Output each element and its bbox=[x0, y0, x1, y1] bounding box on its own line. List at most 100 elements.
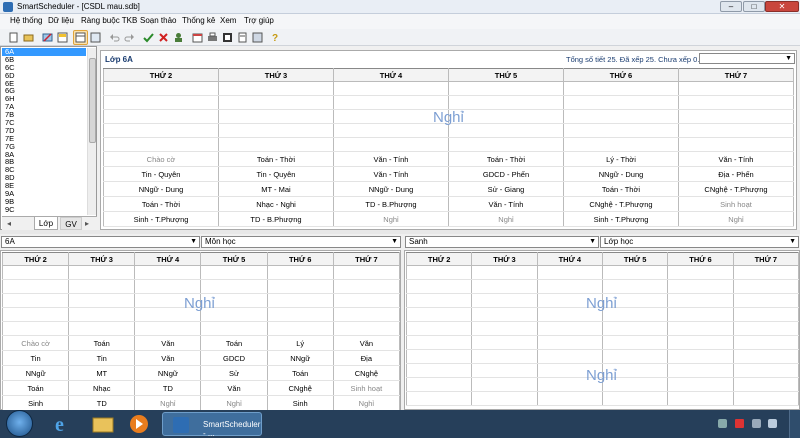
empty-period-cell[interactable] bbox=[266, 321, 334, 336]
empty-period-cell[interactable] bbox=[667, 279, 734, 294]
empty-period-cell[interactable] bbox=[68, 279, 136, 294]
period-cell[interactable]: Văn bbox=[134, 335, 202, 351]
empty-period-cell[interactable] bbox=[332, 307, 401, 322]
empty-period-cell[interactable] bbox=[405, 293, 473, 308]
subject-select[interactable]: Môn học ▼ bbox=[201, 236, 401, 248]
tray-antivirus-icon[interactable] bbox=[735, 419, 744, 428]
empty-period-cell[interactable] bbox=[405, 265, 473, 280]
empty-period-cell[interactable] bbox=[667, 335, 734, 350]
period-cell[interactable]: Lý bbox=[266, 335, 334, 351]
empty-period-cell[interactable] bbox=[471, 279, 538, 294]
empty-period-cell[interactable] bbox=[732, 391, 800, 406]
period-cell[interactable]: CNghệ - T.Phượng bbox=[563, 196, 679, 212]
empty-period-cell[interactable] bbox=[218, 123, 334, 138]
period-cell[interactable]: TD bbox=[68, 395, 136, 411]
period-cell[interactable]: Nghỉ bbox=[134, 395, 202, 411]
period-cell[interactable]: Nghỉ bbox=[333, 211, 449, 227]
view-select[interactable]: ▼ bbox=[699, 53, 795, 64]
empty-period-cell[interactable] bbox=[448, 81, 564, 96]
settings-icon[interactable] bbox=[251, 31, 264, 44]
empty-period-cell[interactable] bbox=[333, 95, 449, 110]
period-cell[interactable]: Toán - Thời bbox=[448, 151, 564, 167]
empty-period-cell[interactable] bbox=[134, 265, 202, 280]
empty-period-cell[interactable] bbox=[471, 293, 538, 308]
period-cell[interactable]: Văn - Tính bbox=[333, 151, 449, 167]
empty-period-cell[interactable] bbox=[103, 137, 219, 152]
period-cell[interactable]: Văn bbox=[134, 350, 202, 366]
ie-icon[interactable]: e bbox=[45, 412, 79, 436]
empty-period-cell[interactable] bbox=[405, 335, 473, 350]
class-item[interactable]: 6D bbox=[2, 71, 86, 80]
empty-period-cell[interactable] bbox=[68, 321, 136, 336]
empty-period-cell[interactable] bbox=[667, 265, 734, 280]
empty-period-cell[interactable] bbox=[405, 321, 473, 336]
period-cell[interactable]: TD - B.Phượng bbox=[333, 196, 449, 212]
period-cell[interactable]: Tin - Quyên bbox=[103, 166, 219, 182]
empty-period-cell[interactable] bbox=[471, 377, 538, 392]
period-cell[interactable]: Toán - Thời bbox=[563, 181, 679, 197]
minimize-button[interactable]: – bbox=[720, 1, 742, 12]
empty-period-cell[interactable] bbox=[405, 377, 473, 392]
period-cell[interactable]: TD bbox=[134, 380, 202, 396]
period-cell[interactable]: Địa - Phến bbox=[678, 166, 794, 182]
open-folder-icon[interactable] bbox=[22, 31, 35, 44]
class-item[interactable]: 9A bbox=[2, 190, 86, 198]
empty-period-cell[interactable] bbox=[732, 363, 800, 378]
empty-period-cell[interactable] bbox=[678, 109, 794, 124]
class-item[interactable]: 6A bbox=[2, 48, 86, 56]
period-cell[interactable]: Nghỉ bbox=[200, 395, 268, 411]
empty-period-cell[interactable] bbox=[218, 95, 334, 110]
period-cell[interactable]: NNgữ - Dung bbox=[103, 181, 219, 197]
empty-period-cell[interactable] bbox=[732, 335, 800, 350]
period-cell[interactable]: TD - B.Phượng bbox=[218, 211, 334, 227]
period-cell[interactable]: NNgữ bbox=[1, 365, 70, 381]
empty-period-cell[interactable] bbox=[732, 307, 800, 322]
menu-thong-ke[interactable]: Thống kê bbox=[182, 16, 215, 25]
tray-flag-icon[interactable] bbox=[718, 419, 727, 428]
period-cell[interactable]: MT bbox=[68, 365, 136, 381]
empty-period-cell[interactable] bbox=[536, 265, 603, 280]
empty-period-cell[interactable] bbox=[103, 81, 219, 96]
empty-period-cell[interactable] bbox=[405, 279, 473, 294]
empty-period-cell[interactable] bbox=[667, 363, 734, 378]
grid-icon[interactable] bbox=[56, 31, 69, 44]
period-cell[interactable]: Sinh bbox=[1, 395, 70, 411]
empty-period-cell[interactable] bbox=[563, 137, 679, 152]
period-cell[interactable]: CNghệ bbox=[266, 380, 334, 396]
period-cell[interactable]: NNgữ - Dung bbox=[563, 166, 679, 182]
empty-period-cell[interactable] bbox=[103, 123, 219, 138]
empty-period-cell[interactable] bbox=[405, 363, 473, 378]
menu-du-lieu[interactable]: Dữ liệu bbox=[48, 16, 74, 25]
period-cell[interactable]: Văn bbox=[200, 380, 268, 396]
period-cell[interactable]: Sinh bbox=[266, 395, 334, 411]
class-select[interactable]: 6A ▼ bbox=[1, 236, 200, 248]
period-cell[interactable]: Văn bbox=[332, 335, 401, 351]
tray-network-icon[interactable] bbox=[752, 419, 761, 428]
empty-period-cell[interactable] bbox=[471, 391, 538, 406]
undo-icon[interactable] bbox=[108, 31, 121, 44]
class-item[interactable]: 7D bbox=[2, 126, 86, 135]
empty-period-cell[interactable] bbox=[536, 391, 603, 406]
empty-period-cell[interactable] bbox=[601, 391, 669, 406]
empty-period-cell[interactable] bbox=[1, 307, 70, 322]
period-cell[interactable]: Toán bbox=[200, 335, 268, 351]
empty-period-cell[interactable] bbox=[333, 81, 449, 96]
empty-period-cell[interactable] bbox=[200, 321, 268, 336]
empty-period-cell[interactable] bbox=[266, 279, 334, 294]
empty-period-cell[interactable] bbox=[678, 137, 794, 152]
empty-period-cell[interactable] bbox=[667, 321, 734, 336]
tab-scroll-left-icon[interactable]: ◂ bbox=[4, 217, 14, 230]
calendar-icon[interactable] bbox=[191, 31, 204, 44]
empty-period-cell[interactable] bbox=[601, 335, 669, 350]
teacher-select[interactable]: Sanh ▼ bbox=[405, 236, 599, 248]
menu-he-thong[interactable]: Hệ thống bbox=[10, 16, 42, 25]
empty-period-cell[interactable] bbox=[448, 137, 564, 152]
period-cell[interactable]: Sử - Giang bbox=[448, 181, 564, 197]
period-cell[interactable]: Chào cờ bbox=[1, 335, 70, 351]
redo-icon[interactable] bbox=[123, 31, 136, 44]
class-item[interactable]: 6G bbox=[2, 87, 86, 95]
help-icon[interactable]: ? bbox=[268, 31, 281, 44]
media-player-icon[interactable] bbox=[122, 412, 156, 436]
empty-period-cell[interactable] bbox=[405, 349, 473, 364]
empty-period-cell[interactable] bbox=[448, 95, 564, 110]
